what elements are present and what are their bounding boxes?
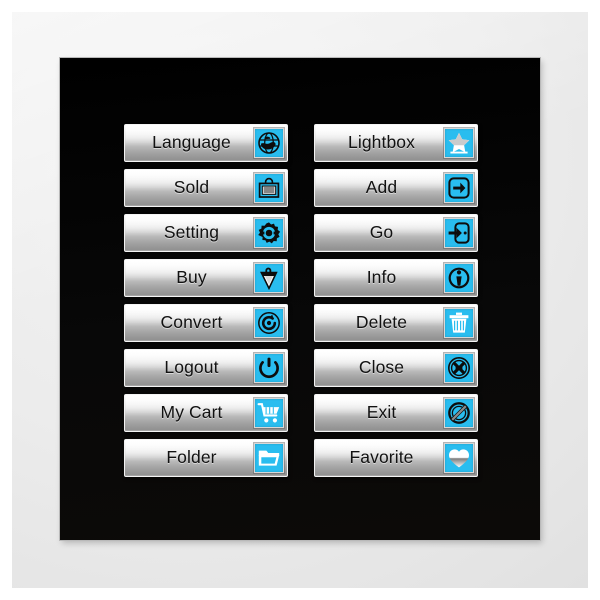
- close-circle-icon: [444, 353, 474, 383]
- button-close[interactable]: Close: [314, 349, 478, 387]
- button-exit[interactable]: Exit: [314, 394, 478, 432]
- button-my-cart[interactable]: My Cart: [124, 394, 288, 432]
- button-go[interactable]: Go: [314, 214, 478, 252]
- globe-icon: [254, 128, 284, 158]
- button-label: Favorite: [349, 447, 414, 468]
- button-label: Go: [369, 222, 394, 243]
- button-sold[interactable]: Sold: [124, 169, 288, 207]
- button-convert[interactable]: Convert: [124, 304, 288, 342]
- shopping-bag-icon: [254, 173, 284, 203]
- button-info[interactable]: Info: [314, 259, 478, 297]
- button-label: My Cart: [160, 402, 223, 423]
- power-icon: [254, 353, 284, 383]
- star-upload-icon: [444, 128, 474, 158]
- trash-icon: [444, 308, 474, 338]
- button-label: Setting: [163, 222, 220, 243]
- page-root: Language Lightbox Sold Add Setting Go Bu…: [0, 0, 600, 600]
- gear-icon: [254, 218, 284, 248]
- button-label: Folder: [166, 447, 217, 468]
- info-circle-icon: [444, 263, 474, 293]
- button-label: Lightbox: [348, 132, 415, 153]
- shopping-cart-icon: [254, 398, 284, 428]
- button-label: Logout: [164, 357, 219, 378]
- button-buy[interactable]: Buy: [124, 259, 288, 297]
- button-panel: Language Lightbox Sold Add Setting Go Bu…: [60, 58, 540, 540]
- button-setting[interactable]: Setting: [124, 214, 288, 252]
- button-label: Language: [152, 132, 231, 153]
- button-language[interactable]: Language: [124, 124, 288, 162]
- button-label: Sold: [173, 177, 210, 198]
- button-label: Buy: [176, 267, 207, 288]
- button-label: Close: [358, 357, 405, 378]
- button-grid: Language Lightbox Sold Add Setting Go Bu…: [124, 124, 478, 477]
- button-add[interactable]: Add: [314, 169, 478, 207]
- button-lightbox[interactable]: Lightbox: [314, 124, 478, 162]
- door-enter-icon: [444, 218, 474, 248]
- button-label: Exit: [366, 402, 397, 423]
- button-logout[interactable]: Logout: [124, 349, 288, 387]
- folder-icon: [254, 443, 284, 473]
- no-entry-icon: [444, 398, 474, 428]
- button-label: Delete: [355, 312, 408, 333]
- button-favorite[interactable]: Favorite: [314, 439, 478, 477]
- button-label: Add: [365, 177, 398, 198]
- add-box-icon: [444, 173, 474, 203]
- button-delete[interactable]: Delete: [314, 304, 478, 342]
- price-tag-icon: [254, 263, 284, 293]
- heart-icon: [444, 443, 474, 473]
- button-folder[interactable]: Folder: [124, 439, 288, 477]
- button-label: Info: [366, 267, 397, 288]
- refresh-circle-icon: [254, 308, 284, 338]
- button-label: Convert: [160, 312, 223, 333]
